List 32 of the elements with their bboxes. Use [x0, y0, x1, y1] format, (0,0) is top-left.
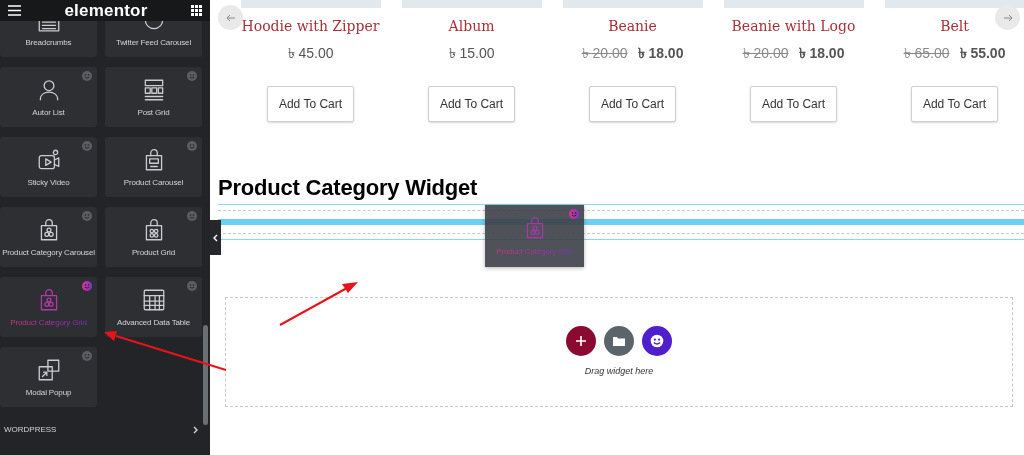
product-title[interactable]: Beanie with Logo: [731, 16, 856, 37]
widget-tile[interactable]: Breadcrumbs: [0, 21, 97, 57]
product-title[interactable]: Beanie: [608, 16, 657, 37]
product-price: ৳ 45.00: [287, 44, 334, 63]
widget-tile[interactable]: Post Grid: [105, 67, 202, 127]
sale-price: ৳ 18.00: [798, 44, 845, 63]
product-title[interactable]: Belt: [940, 16, 969, 37]
old-price: ৳ 20.00: [742, 44, 789, 63]
add-to-cart-button[interactable]: Add To Cart: [588, 86, 677, 122]
add-to-cart-button[interactable]: Add To Cart: [266, 86, 355, 122]
widget-tile[interactable]: Advanced Data Table: [105, 277, 202, 337]
sale-price: ৳ 18.00: [637, 44, 684, 63]
widget-tile[interactable]: Twitter Feed Carousel: [105, 21, 202, 57]
old-price: ৳ 20.00: [581, 44, 628, 63]
widget-tile[interactable]: Sticky Video: [0, 137, 97, 197]
add-to-cart-button[interactable]: Add To Cart: [910, 86, 999, 122]
old-price: ৳ 65.00: [903, 44, 950, 63]
product-price: ৳ 15.00: [448, 44, 495, 63]
widget-tile[interactable]: Autor List: [0, 67, 97, 127]
widget-tile[interactable]: Modal Popup: [0, 347, 97, 407]
product-title[interactable]: Album: [448, 16, 495, 37]
widget-tile[interactable]: Product Grid: [105, 207, 202, 267]
add-to-cart-button[interactable]: Add To Cart: [749, 86, 838, 122]
widget-tile[interactable]: Product Carousel: [105, 137, 202, 197]
app-logo: elementor: [64, 0, 148, 22]
widget-tile[interactable]: Product Category Carousel: [0, 207, 97, 267]
add-to-cart-button[interactable]: Add To Cart: [427, 86, 516, 122]
section-heading: Product Category Widget: [218, 174, 479, 202]
sale-price: ৳ 55.00: [959, 44, 1006, 63]
drop-hint: Drag widget here: [584, 364, 654, 378]
category-header[interactable]: WORDPRESS: [0, 423, 210, 437]
product-title[interactable]: Hoodie with Zipper: [241, 16, 380, 37]
